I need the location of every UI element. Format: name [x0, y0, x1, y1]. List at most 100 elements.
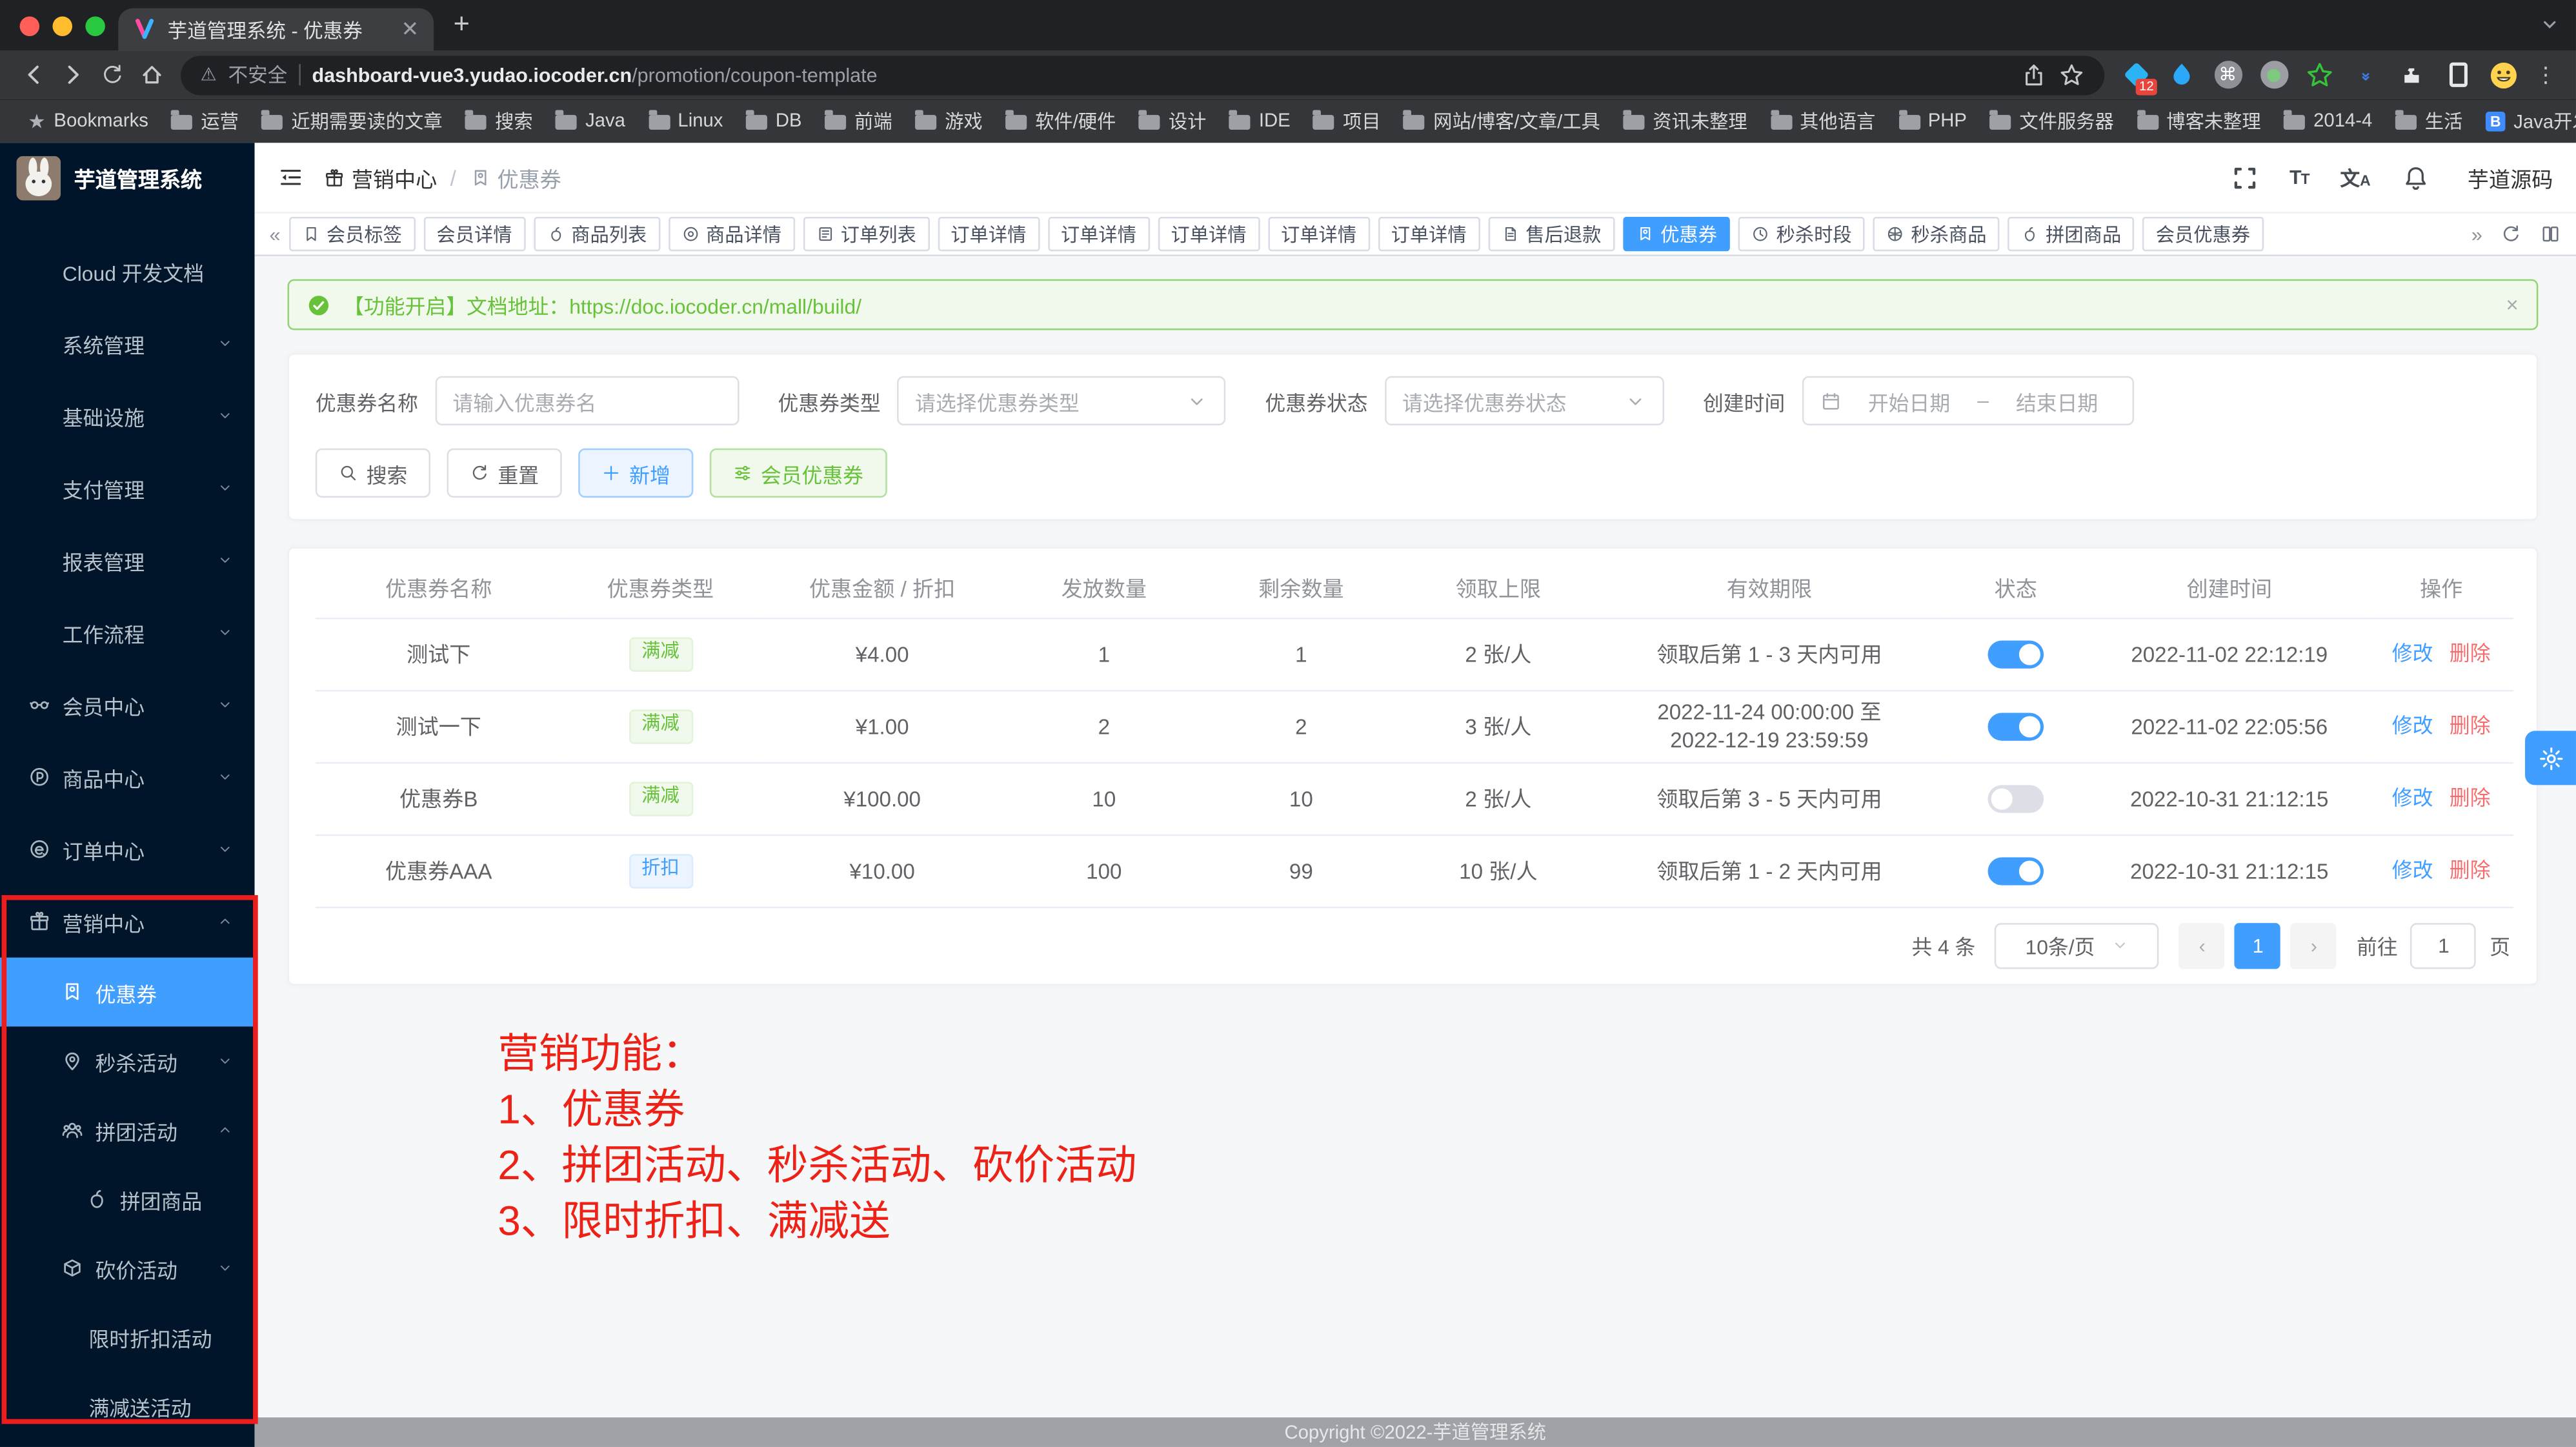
- bookmark-folder[interactable]: DB: [734, 108, 813, 135]
- bookmark-folder[interactable]: PHP: [1887, 108, 1978, 135]
- tab-订单列表[interactable]: 订单列表: [803, 217, 929, 251]
- window-zoom-button[interactable]: [85, 15, 105, 35]
- sidebar-item-基础设施[interactable]: 基础设施: [0, 379, 255, 452]
- tab-优惠券[interactable]: 优惠券: [1623, 217, 1731, 251]
- bookmark-folder[interactable]: 2014-4: [2272, 108, 2384, 135]
- tab-订单详情[interactable]: 订单详情: [938, 217, 1040, 251]
- sidebar-item-支付管理[interactable]: 支付管理: [0, 452, 255, 524]
- prev-page-button[interactable]: ‹: [2179, 922, 2225, 968]
- bookmark-folder[interactable]: 资讯未整理: [1612, 108, 1759, 135]
- window-close-button[interactable]: [20, 15, 40, 35]
- extension-record-icon[interactable]: [2259, 60, 2289, 90]
- tags-scroll-left-icon[interactable]: «: [270, 223, 281, 246]
- sidebar-item-系统管理[interactable]: 系统管理: [0, 307, 255, 379]
- 会员优惠券-button[interactable]: 会员优惠券: [710, 449, 887, 498]
- new-tab-button[interactable]: +: [454, 8, 470, 41]
- tab-会员详情[interactable]: 会员详情: [423, 217, 525, 251]
- bookmarks-root[interactable]: ★Bookmarks: [16, 110, 159, 134]
- extension-command-icon[interactable]: ⌘: [2213, 60, 2242, 90]
- back-button[interactable]: [13, 55, 52, 94]
- extensions-puzzle-icon[interactable]: [2397, 60, 2426, 90]
- tab-拼团商品[interactable]: 拼团商品: [2008, 217, 2135, 251]
- tab-会员标签[interactable]: 会员标签: [288, 217, 415, 251]
- extension-drop-icon[interactable]: [2167, 60, 2197, 90]
- sidebar-item-拼团商品[interactable]: 拼团商品: [0, 1164, 255, 1233]
- browser-tab[interactable]: 芋道管理系统 - 优惠券 ✕: [118, 8, 434, 51]
- language-icon[interactable]: 文A: [2340, 163, 2371, 191]
- coupon-name-input[interactable]: 请输入优惠券名: [434, 376, 738, 425]
- bookmark-folder[interactable]: 近期需要读的文章: [250, 108, 454, 135]
- page-size-select[interactable]: 10条/页: [1995, 922, 2160, 968]
- delete-link[interactable]: 删除: [2450, 642, 2491, 665]
- status-toggle[interactable]: [1988, 713, 2044, 741]
- sidebar-panel-icon[interactable]: [2443, 60, 2473, 90]
- fullscreen-icon[interactable]: [2230, 163, 2258, 191]
- tab-close-icon[interactable]: ✕: [401, 16, 419, 43]
- user-menu[interactable]: 芋道源码: [2468, 162, 2553, 193]
- status-toggle[interactable]: [1988, 785, 2044, 813]
- forward-button[interactable]: [52, 55, 92, 94]
- bookmark-folder[interactable]: 项目: [1302, 108, 1393, 135]
- sidebar-item-Cloud 开发文档[interactable]: Cloud 开发文档: [0, 235, 255, 307]
- extension-star-icon[interactable]: [2305, 60, 2335, 90]
- reload-button[interactable]: [92, 55, 132, 94]
- settings-fab[interactable]: [2525, 731, 2576, 785]
- tab-商品详情[interactable]: 商品详情: [668, 217, 794, 251]
- tab-售后退款[interactable]: 售后退款: [1488, 217, 1615, 251]
- bookmark-folder[interactable]: 前端: [813, 108, 903, 135]
- delete-link[interactable]: 删除: [2450, 787, 2491, 810]
- bookmark-folder[interactable]: 其他语言: [1759, 108, 1887, 135]
- tab-商品列表[interactable]: 商品列表: [534, 217, 660, 251]
- bookmark-folder[interactable]: 搜索: [454, 108, 544, 135]
- menu-fold-icon[interactable]: [277, 164, 304, 190]
- address-bar[interactable]: ⚠ 不安全 dashboard-vue3.yudao.iocoder.cn/pr…: [181, 55, 2104, 94]
- status-toggle[interactable]: [1988, 641, 2044, 669]
- 搜索-button[interactable]: 搜索: [316, 449, 430, 498]
- edit-link[interactable]: 修改: [2392, 859, 2433, 882]
- sidebar-item-满减送活动[interactable]: 满减送活动: [0, 1371, 255, 1441]
- sidebar-item-砍价活动[interactable]: 砍价活动: [0, 1233, 255, 1302]
- bookmark-folder[interactable]: 游戏: [903, 108, 994, 135]
- tab-订单详情[interactable]: 订单详情: [1158, 217, 1260, 251]
- alert-close-icon[interactable]: ×: [2506, 292, 2519, 317]
- bookmark-folder[interactable]: Linux: [637, 108, 734, 135]
- bookmark-folder[interactable]: Java: [544, 108, 636, 135]
- bookmark-folder[interactable]: 运营: [160, 108, 250, 135]
- sidebar-item-限时折扣活动[interactable]: 限时折扣活动: [0, 1302, 255, 1371]
- window-minimize-button[interactable]: [52, 15, 72, 35]
- bookmark-folder[interactable]: IDE: [1218, 108, 1302, 135]
- sidebar-item-秒杀活动[interactable]: 秒杀活动: [0, 1027, 255, 1096]
- select-优惠券状态[interactable]: 请选择优惠券状态: [1384, 376, 1664, 425]
- profile-avatar[interactable]: [2489, 60, 2519, 90]
- tab-search-icon[interactable]: [2540, 15, 2560, 35]
- edit-link[interactable]: 修改: [2392, 714, 2433, 738]
- sidebar-item-营销中心[interactable]: 营销中心: [0, 885, 255, 958]
- 重置-button[interactable]: 重置: [447, 449, 562, 498]
- 新增-button[interactable]: 新增: [578, 449, 693, 498]
- sidebar-item-商品中心[interactable]: 商品中心: [0, 741, 255, 813]
- bookmark-star-icon[interactable]: [2058, 61, 2085, 88]
- tab-订单详情[interactable]: 订单详情: [1047, 217, 1149, 251]
- tab-订单详情[interactable]: 订单详情: [1268, 217, 1370, 251]
- date-range-picker[interactable]: 开始日期–结束日期: [1802, 376, 2133, 425]
- font-size-icon[interactable]: TT: [2289, 166, 2309, 189]
- delete-link[interactable]: 删除: [2450, 859, 2491, 882]
- extension-diamond-icon[interactable]: 12: [2121, 60, 2151, 90]
- alert-doc-link[interactable]: https://doc.iocoder.cn/mall/build/: [569, 296, 861, 319]
- bookmark-folder[interactable]: 设计: [1127, 108, 1218, 135]
- sidebar-item-优惠券[interactable]: 优惠券: [0, 958, 255, 1027]
- edit-link[interactable]: 修改: [2392, 642, 2433, 665]
- next-page-button[interactable]: ›: [2291, 922, 2337, 968]
- notification-bell-icon[interactable]: [2402, 163, 2430, 191]
- tab-秒杀商品[interactable]: 秒杀商品: [1873, 217, 2000, 251]
- share-icon[interactable]: [2020, 61, 2047, 88]
- layout-panel-icon[interactable]: [2540, 223, 2561, 245]
- browser-menu-icon[interactable]: ⋮: [2535, 61, 2556, 88]
- goto-page-input[interactable]: 1: [2411, 922, 2477, 968]
- breadcrumb-parent[interactable]: 营销中心: [324, 162, 438, 193]
- bookmark-folder[interactable]: 文件服务器: [1978, 108, 2126, 135]
- bookmark-folder[interactable]: 博客未整理: [2126, 108, 2273, 135]
- select-优惠券类型[interactable]: 请选择优惠券类型: [897, 376, 1225, 425]
- app-logo-row[interactable]: 芋道管理系统: [0, 143, 255, 212]
- tags-refresh-icon[interactable]: [2501, 223, 2522, 245]
